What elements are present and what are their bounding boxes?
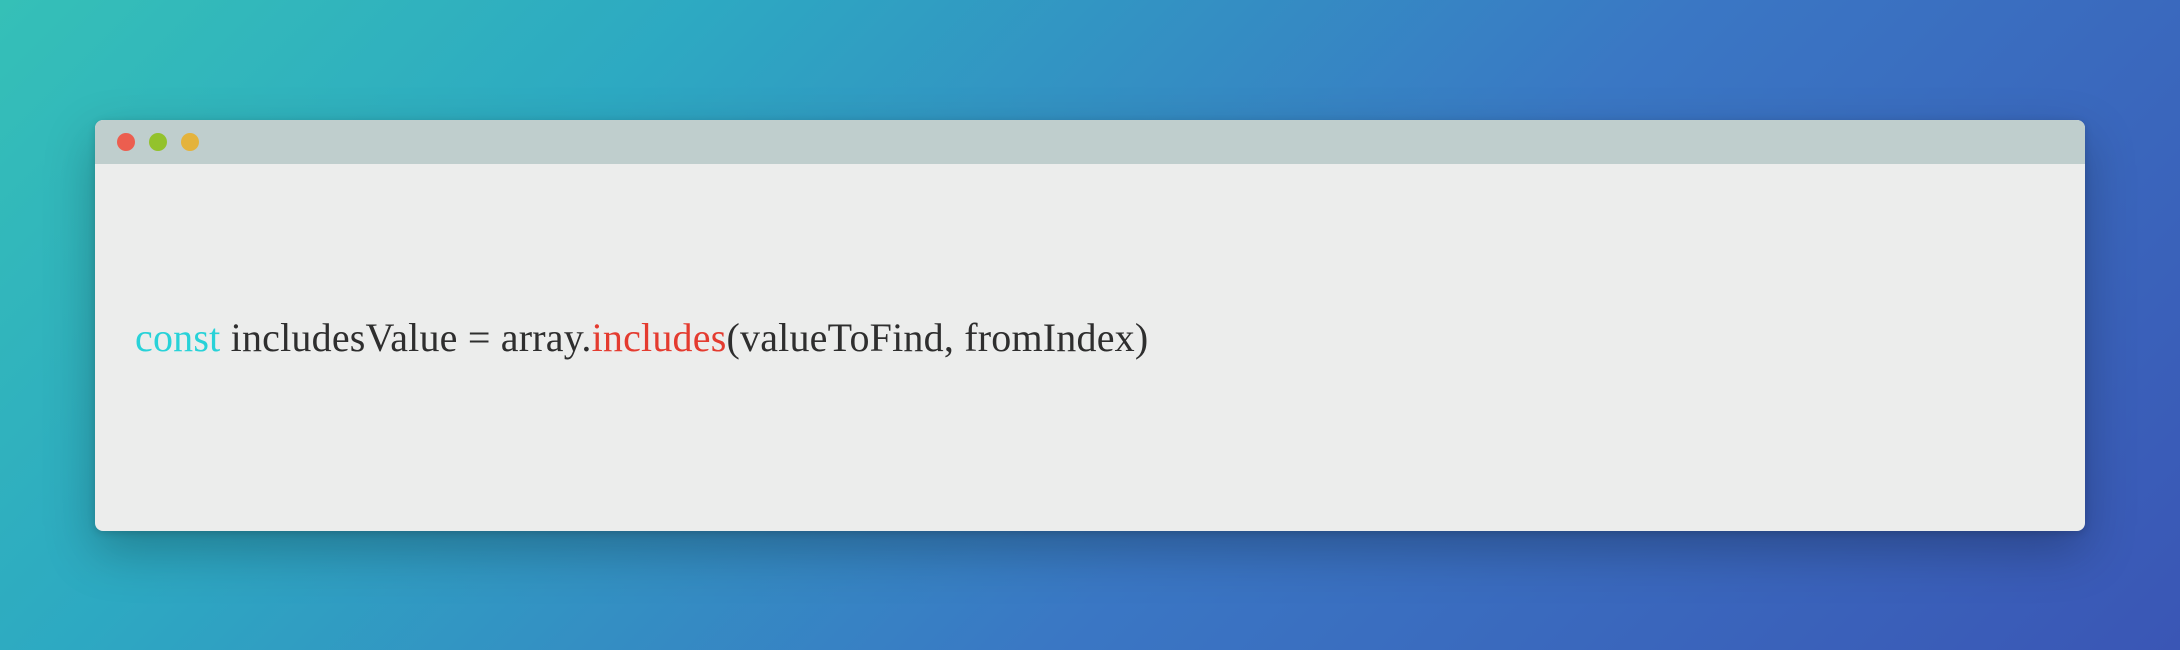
minimize-icon[interactable] <box>149 133 167 151</box>
zoom-icon[interactable] <box>181 133 199 151</box>
editor-content: const includesValue = array.includes(val… <box>95 164 2085 531</box>
token-arg1: valueToFind <box>740 315 944 360</box>
code-window: const includesValue = array.includes(val… <box>95 120 2085 531</box>
token-lparen: ( <box>726 315 740 360</box>
token-rparen: ) <box>1135 315 1149 360</box>
token-comma: , <box>944 315 964 360</box>
token-arg2: fromIndex <box>964 315 1135 360</box>
code-line: const includesValue = array.includes(val… <box>135 314 2045 361</box>
token-assign: = <box>458 315 501 360</box>
token-variable: includesValue <box>231 315 458 360</box>
window-titlebar <box>95 120 2085 164</box>
token-object: array <box>501 315 582 360</box>
token-dot: . <box>581 315 591 360</box>
token-method: includes <box>592 315 727 360</box>
token-keyword: const <box>135 315 220 360</box>
close-icon[interactable] <box>117 133 135 151</box>
token-space <box>220 315 230 360</box>
